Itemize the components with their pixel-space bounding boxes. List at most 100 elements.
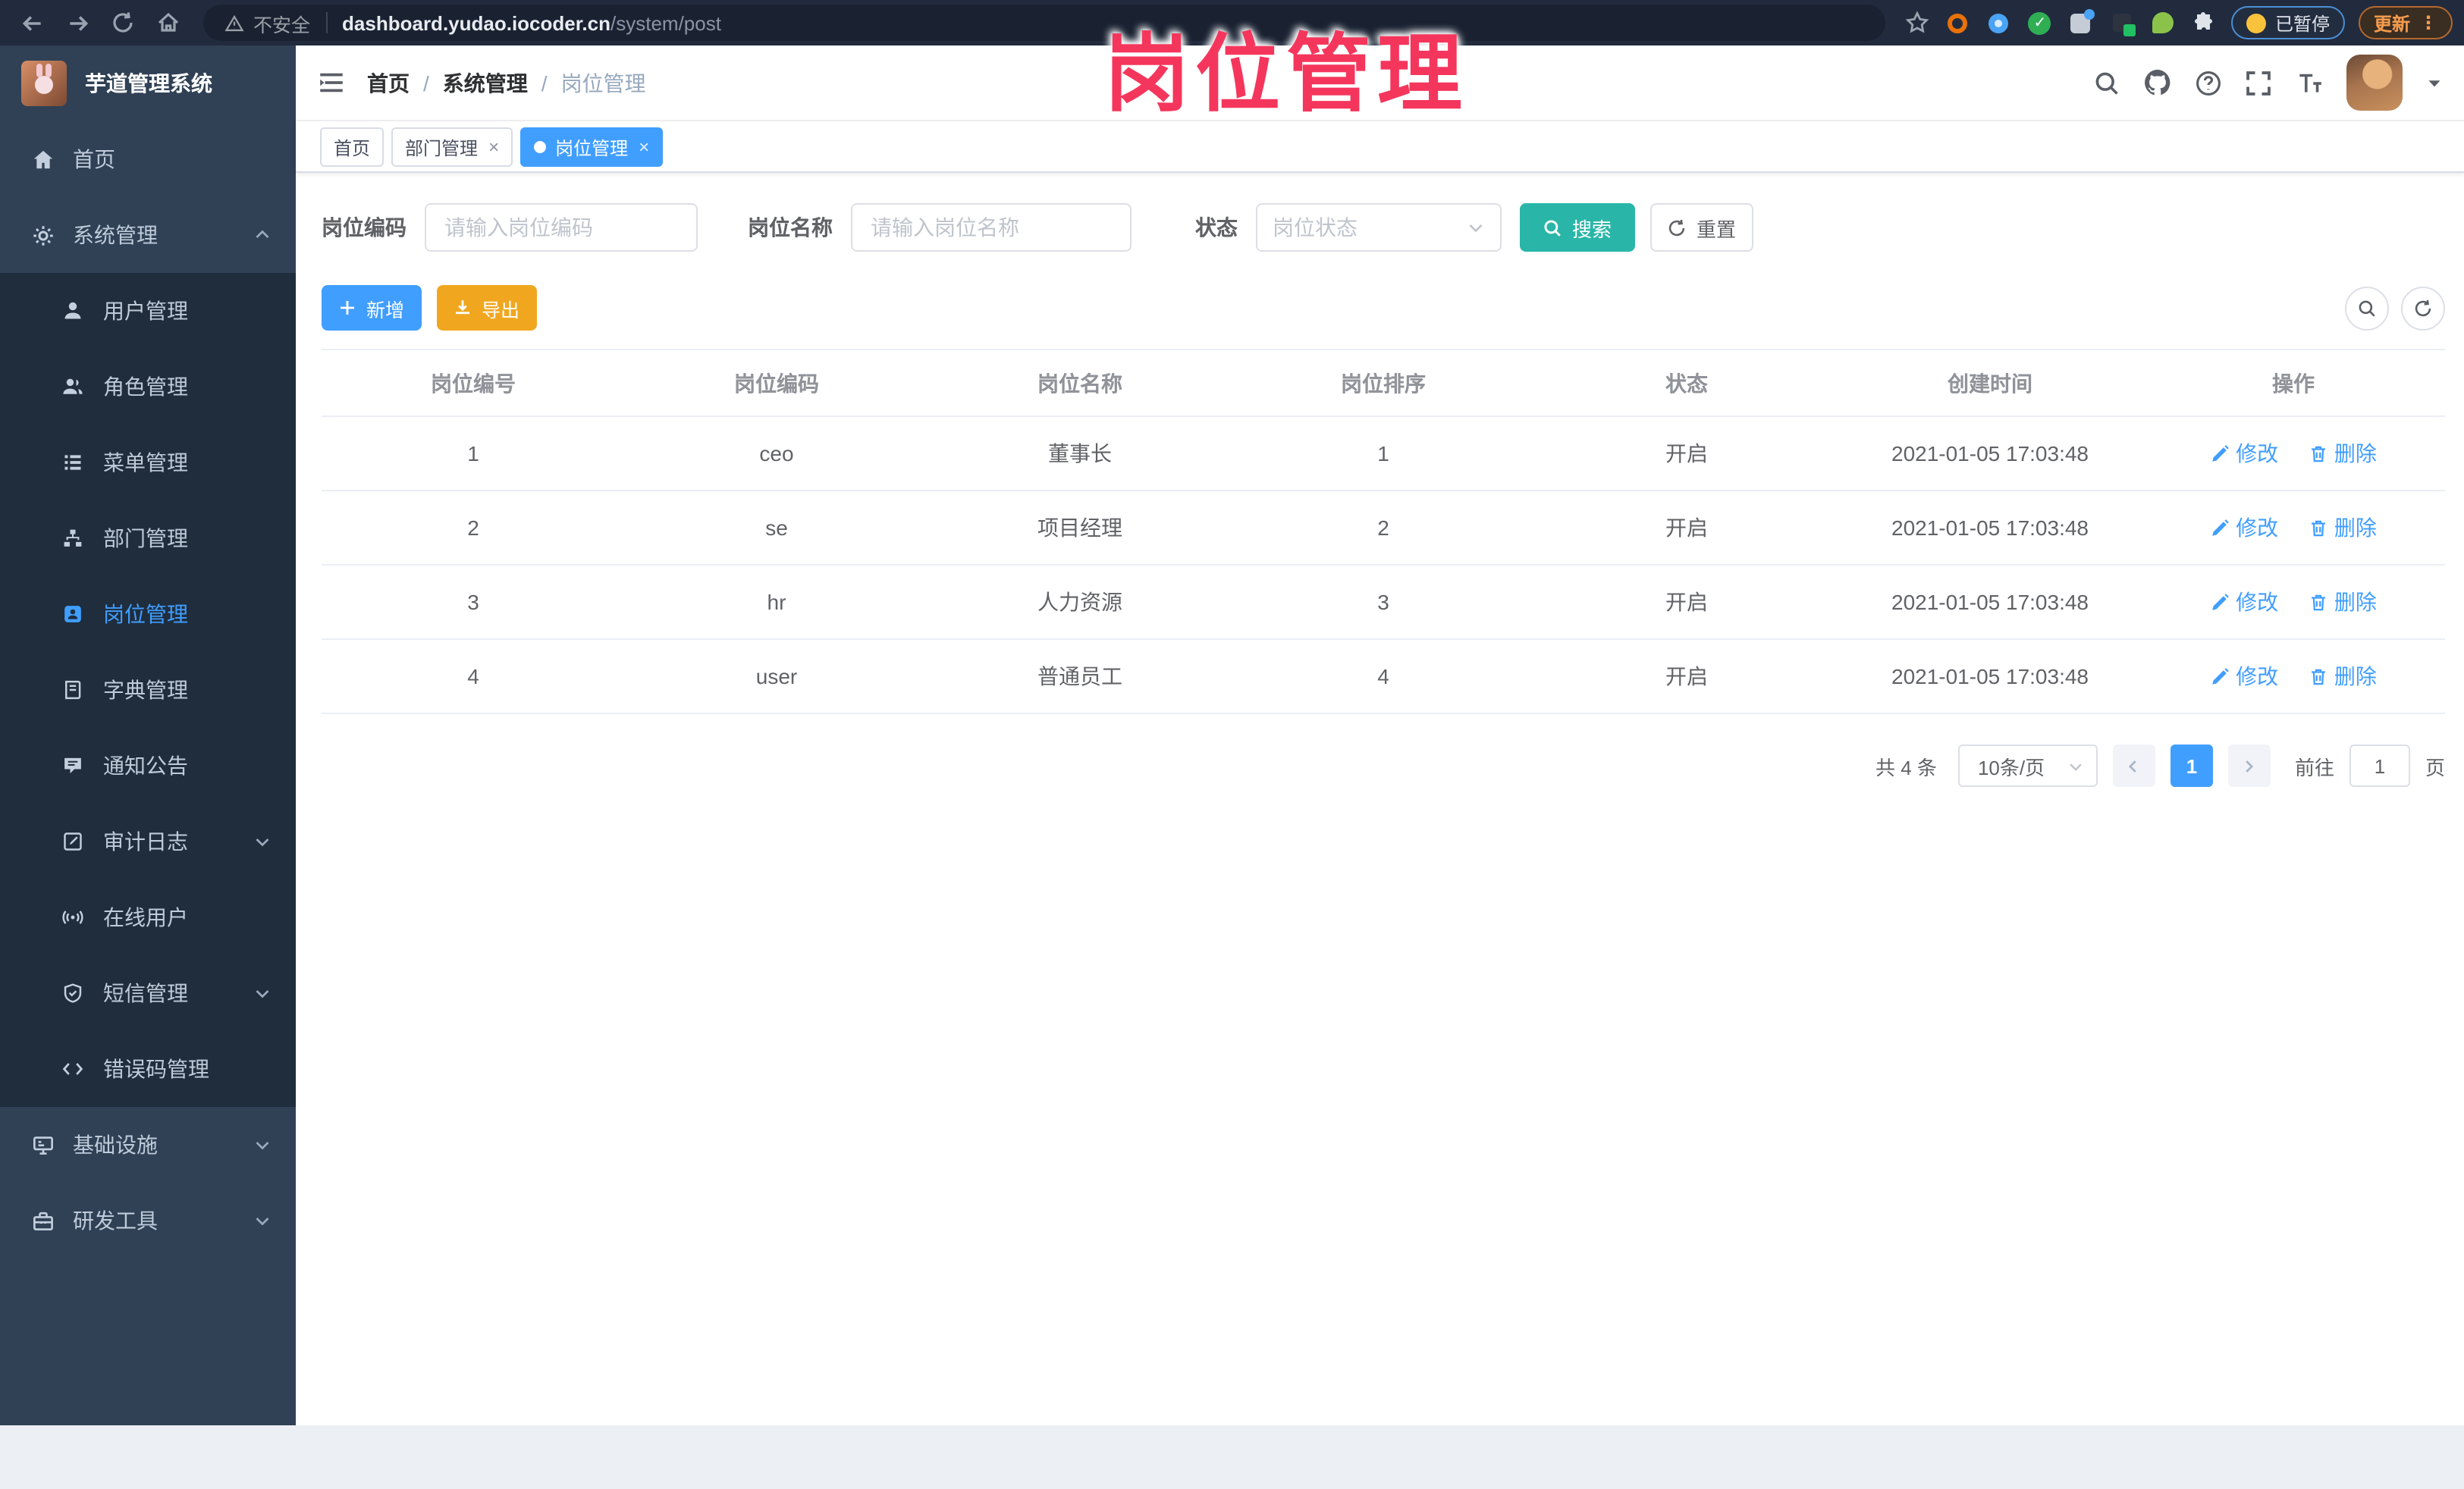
chevron-up-icon: [253, 226, 272, 244]
cell-actions: 修改 删除: [2142, 565, 2445, 640]
close-icon[interactable]: ×: [639, 138, 649, 156]
cell-status: 开启: [1535, 491, 1838, 566]
extension-green-check-icon[interactable]: ✓: [2026, 9, 2054, 36]
sidebar-item-system[interactable]: 系统管理: [0, 197, 296, 273]
cell-name: 人力资源: [928, 565, 1232, 640]
toggle-search-icon[interactable]: [2345, 286, 2389, 330]
announcement-bubble-icon: [61, 754, 85, 778]
table-header-row: 岗位编号 岗位编码 岗位名称 岗位排序 状态 创建时间 操作: [322, 350, 2445, 417]
browser-reload-icon[interactable]: [103, 3, 143, 42]
bookmark-star-icon[interactable]: [1904, 9, 1931, 36]
extension-blue-pin-icon[interactable]: [1985, 9, 2013, 36]
help-icon[interactable]: [2195, 69, 2222, 96]
sidebar-item-audit-log[interactable]: 审计日志: [0, 804, 296, 879]
page-content: 岗位编码 岗位名称 状态 岗位状态 搜索: [296, 173, 2464, 1425]
page-number-current[interactable]: 1: [2170, 744, 2213, 787]
app-logo-row[interactable]: 芋道管理系统: [0, 45, 296, 121]
export-button[interactable]: 导出: [437, 285, 537, 331]
search-icon[interactable]: [2093, 69, 2120, 96]
post-code-input[interactable]: [425, 203, 698, 252]
book-icon: [61, 678, 85, 702]
tab-posts[interactable]: 岗位管理 ×: [520, 127, 664, 167]
delete-link[interactable]: 删除: [2309, 661, 2377, 691]
refresh-icon: [1669, 218, 1686, 236]
page-size-select[interactable]: 10条/页: [1957, 744, 2098, 787]
shield-icon: [61, 981, 85, 1005]
browser-forward-icon[interactable]: [58, 3, 97, 42]
sidebar-item-roles[interactable]: 角色管理: [0, 349, 296, 425]
edit-link[interactable]: 修改: [2210, 513, 2278, 543]
sidebar-item-posts[interactable]: 岗位管理: [0, 576, 296, 652]
delete-link[interactable]: 删除: [2309, 438, 2377, 469]
sidebar-item-infrastructure[interactable]: 基础设施: [0, 1107, 296, 1183]
sidebar-item-home[interactable]: 首页: [0, 121, 296, 197]
code-icon: [61, 1057, 85, 1081]
font-size-icon[interactable]: [2295, 68, 2324, 97]
cell-name: 董事长: [928, 416, 1232, 491]
cell-code: user: [625, 639, 928, 714]
delete-link[interactable]: 删除: [2309, 587, 2377, 617]
refresh-table-icon[interactable]: [2401, 286, 2445, 330]
breadcrumb-system[interactable]: 系统管理: [443, 67, 528, 98]
prev-page-button[interactable]: [2112, 744, 2155, 787]
browser-update-button[interactable]: 更新 ⋮: [2358, 6, 2453, 39]
sidebar-item-online-users[interactable]: 在线用户: [0, 879, 296, 955]
tab-departments[interactable]: 部门管理 ×: [391, 127, 513, 167]
hamburger-icon[interactable]: [296, 68, 367, 97]
sidebar-item-users[interactable]: 用户管理: [0, 273, 296, 349]
address-bar[interactable]: 不安全 dashboard.yudao.iocoder.cn /system/p…: [203, 5, 1885, 41]
post-name-input[interactable]: [851, 203, 1132, 252]
fullscreen-icon[interactable]: [2245, 69, 2272, 96]
extension-green-bird-icon[interactable]: [2149, 9, 2177, 36]
posts-table: 岗位编号 岗位编码 岗位名称 岗位排序 状态 创建时间 操作 1 ceo 董事长…: [322, 349, 2445, 714]
extension-paused-badge[interactable]: 已暂停: [2230, 6, 2345, 39]
close-icon[interactable]: ×: [488, 138, 499, 156]
col-post-id: 岗位编号: [322, 350, 625, 417]
search-button[interactable]: 搜索: [1520, 203, 1635, 252]
sidebar-item-dictionary[interactable]: 字典管理: [0, 652, 296, 728]
sidebar-item-error-codes[interactable]: 错误码管理: [0, 1031, 296, 1107]
chevron-down-icon: [2070, 763, 2082, 770]
caret-down-icon[interactable]: [2425, 74, 2444, 92]
sidebar-item-sms[interactable]: 短信管理: [0, 955, 296, 1031]
trash-icon: [2311, 445, 2325, 462]
page-jump-input[interactable]: [2349, 744, 2410, 787]
url-path: /system/post: [611, 11, 721, 34]
github-icon[interactable]: [2143, 68, 2172, 97]
chevron-down-icon: [253, 1212, 272, 1230]
edit-link[interactable]: 修改: [2210, 587, 2278, 617]
add-button[interactable]: 新增: [322, 285, 422, 331]
tab-home[interactable]: 首页: [320, 127, 385, 167]
breadcrumb-home[interactable]: 首页: [367, 67, 410, 98]
toolbox-icon: [30, 1208, 55, 1233]
delete-link[interactable]: 删除: [2309, 513, 2377, 543]
users-icon: [61, 375, 85, 399]
browser-back-icon[interactable]: [12, 3, 52, 42]
sidebar-item-dev-tools[interactable]: 研发工具: [0, 1183, 296, 1259]
site-security-warning[interactable]: 不安全: [224, 8, 310, 37]
extensions-puzzle-icon[interactable]: [2190, 9, 2218, 36]
user-avatar[interactable]: [2346, 55, 2403, 111]
browser-home-icon[interactable]: [149, 3, 188, 42]
app-shell: 芋道管理系统 首页 系统管理 用户管理 角色管理 菜单管理 部门管理 岗位管理 …: [0, 45, 2464, 1425]
status-select[interactable]: 岗位状态: [1256, 203, 1502, 252]
next-page-button[interactable]: [2227, 744, 2271, 787]
cell-sort: 1: [1232, 416, 1535, 491]
chevron-down-icon: [253, 1136, 272, 1154]
cell-id: 2: [322, 491, 625, 566]
edit-link[interactable]: 修改: [2210, 438, 2278, 469]
cell-actions: 修改 删除: [2142, 491, 2445, 566]
trash-icon: [2311, 668, 2325, 685]
sidebar-item-menus[interactable]: 菜单管理: [0, 425, 296, 500]
kebab-menu-icon[interactable]: ⋮: [2419, 14, 2437, 32]
extension-dark-badge-icon[interactable]: [2108, 9, 2136, 36]
edit-link[interactable]: 修改: [2210, 661, 2278, 691]
extension-orange-icon[interactable]: [1945, 9, 1972, 36]
cell-actions: 修改 删除: [2142, 416, 2445, 491]
address-divider: [325, 12, 328, 33]
sidebar-item-departments[interactable]: 部门管理: [0, 500, 296, 576]
emoji-face-icon: [2246, 13, 2266, 33]
extension-settings-icon[interactable]: [2067, 8, 2095, 36]
sidebar-item-announcements[interactable]: 通知公告: [0, 728, 296, 804]
reset-button[interactable]: 重置: [1650, 203, 1753, 252]
